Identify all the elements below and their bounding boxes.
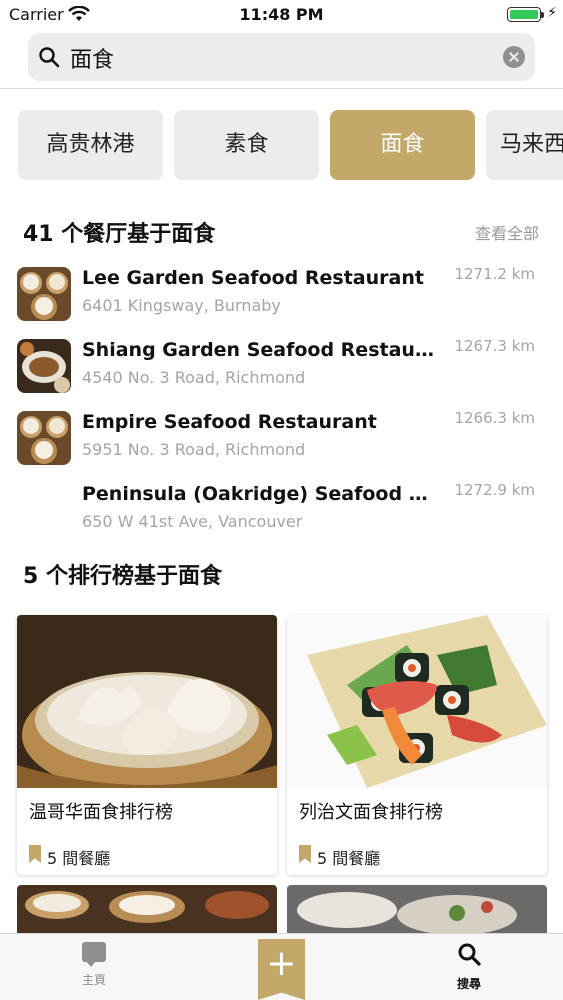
ranking-count: 5 間餐廳 <box>317 849 381 868</box>
restaurant-distance: 1271.2 km <box>454 265 535 283</box>
battery-icon <box>507 7 541 22</box>
bookmark-icon <box>299 845 311 863</box>
charging-icon: ⚡ <box>547 5 557 21</box>
category-chips: 高贵林港 素食 面食 马来西 <box>18 110 563 180</box>
category-chip[interactable]: 高贵林港 <box>18 110 163 180</box>
restaurant-distance: 1267.3 km <box>454 337 535 355</box>
restaurant-address: 5951 No. 3 Road, Richmond <box>82 440 306 459</box>
clear-search-icon[interactable] <box>503 46 525 68</box>
search-icon <box>458 943 481 966</box>
bookmark-icon <box>29 845 41 863</box>
tab-home[interactable]: 主頁 <box>54 942 134 988</box>
restaurant-name: Peninsula (Oakridge) Seafood Rest... <box>82 483 442 505</box>
restaurant-thumbnail <box>17 411 71 465</box>
status-bar: Carrier 11:48 PM ⚡ <box>0 0 563 30</box>
restaurant-thumbnail <box>17 267 71 321</box>
see-all-link[interactable]: 查看全部 <box>475 220 539 244</box>
tab-home-label: 主頁 <box>81 973 106 987</box>
search-icon <box>39 47 60 68</box>
ranking-card-image <box>287 615 547 788</box>
restaurant-item[interactable]: Empire Seafood Restaurant 5951 No. 3 Roa… <box>0 406 563 478</box>
restaurant-thumbnail <box>17 339 71 393</box>
category-chip[interactable]: 素食 <box>174 110 319 180</box>
ranking-title: 列治文面食排行榜 <box>299 802 443 823</box>
ranking-count: 5 間餐廳 <box>47 849 111 868</box>
restaurant-distance: 1272.9 km <box>454 481 535 499</box>
restaurant-item[interactable]: Shiang Garden Seafood Restaurant 4540 No… <box>0 334 563 406</box>
search-input[interactable]: 面食 <box>70 42 114 74</box>
restaurants-section-title: 41 个餐厅基于面食 <box>23 222 216 247</box>
message-icon <box>82 942 106 967</box>
divider <box>0 88 563 89</box>
category-chip-active[interactable]: 面食 <box>330 110 475 180</box>
add-button[interactable]: + <box>258 939 305 1000</box>
restaurant-distance: 1266.3 km <box>454 409 535 427</box>
restaurant-name: Empire Seafood Restaurant <box>82 411 377 433</box>
restaurant-item[interactable]: Peninsula (Oakridge) Seafood Rest... 650… <box>0 478 563 550</box>
search-bar[interactable]: 面食 <box>28 33 535 81</box>
restaurant-item[interactable]: Lee Garden Seafood Restaurant 6401 Kings… <box>0 262 563 334</box>
category-chip[interactable]: 马来西 <box>486 110 563 180</box>
rankings-section-title: 5 个排行榜基于面食 <box>23 564 222 589</box>
ranking-card[interactable]: 列治文面食排行榜 5 間餐廳 <box>287 615 547 875</box>
restaurant-name: Shiang Garden Seafood Restaurant <box>82 339 442 361</box>
restaurant-address: 6401 Kingsway, Burnaby <box>82 296 281 315</box>
ranking-title: 温哥华面食排行榜 <box>29 802 173 823</box>
tab-search[interactable]: 搜尋 <box>429 942 509 992</box>
ranking-card-image <box>17 615 277 788</box>
restaurant-address: 650 W 41st Ave, Vancouver <box>82 512 303 531</box>
ranking-card[interactable]: 温哥华面食排行榜 5 間餐廳 <box>17 615 277 875</box>
status-time: 11:48 PM <box>239 5 324 24</box>
restaurant-address: 4540 No. 3 Road, Richmond <box>82 368 306 387</box>
tab-search-label: 搜尋 <box>456 977 481 991</box>
restaurant-name: Lee Garden Seafood Restaurant <box>82 267 424 289</box>
